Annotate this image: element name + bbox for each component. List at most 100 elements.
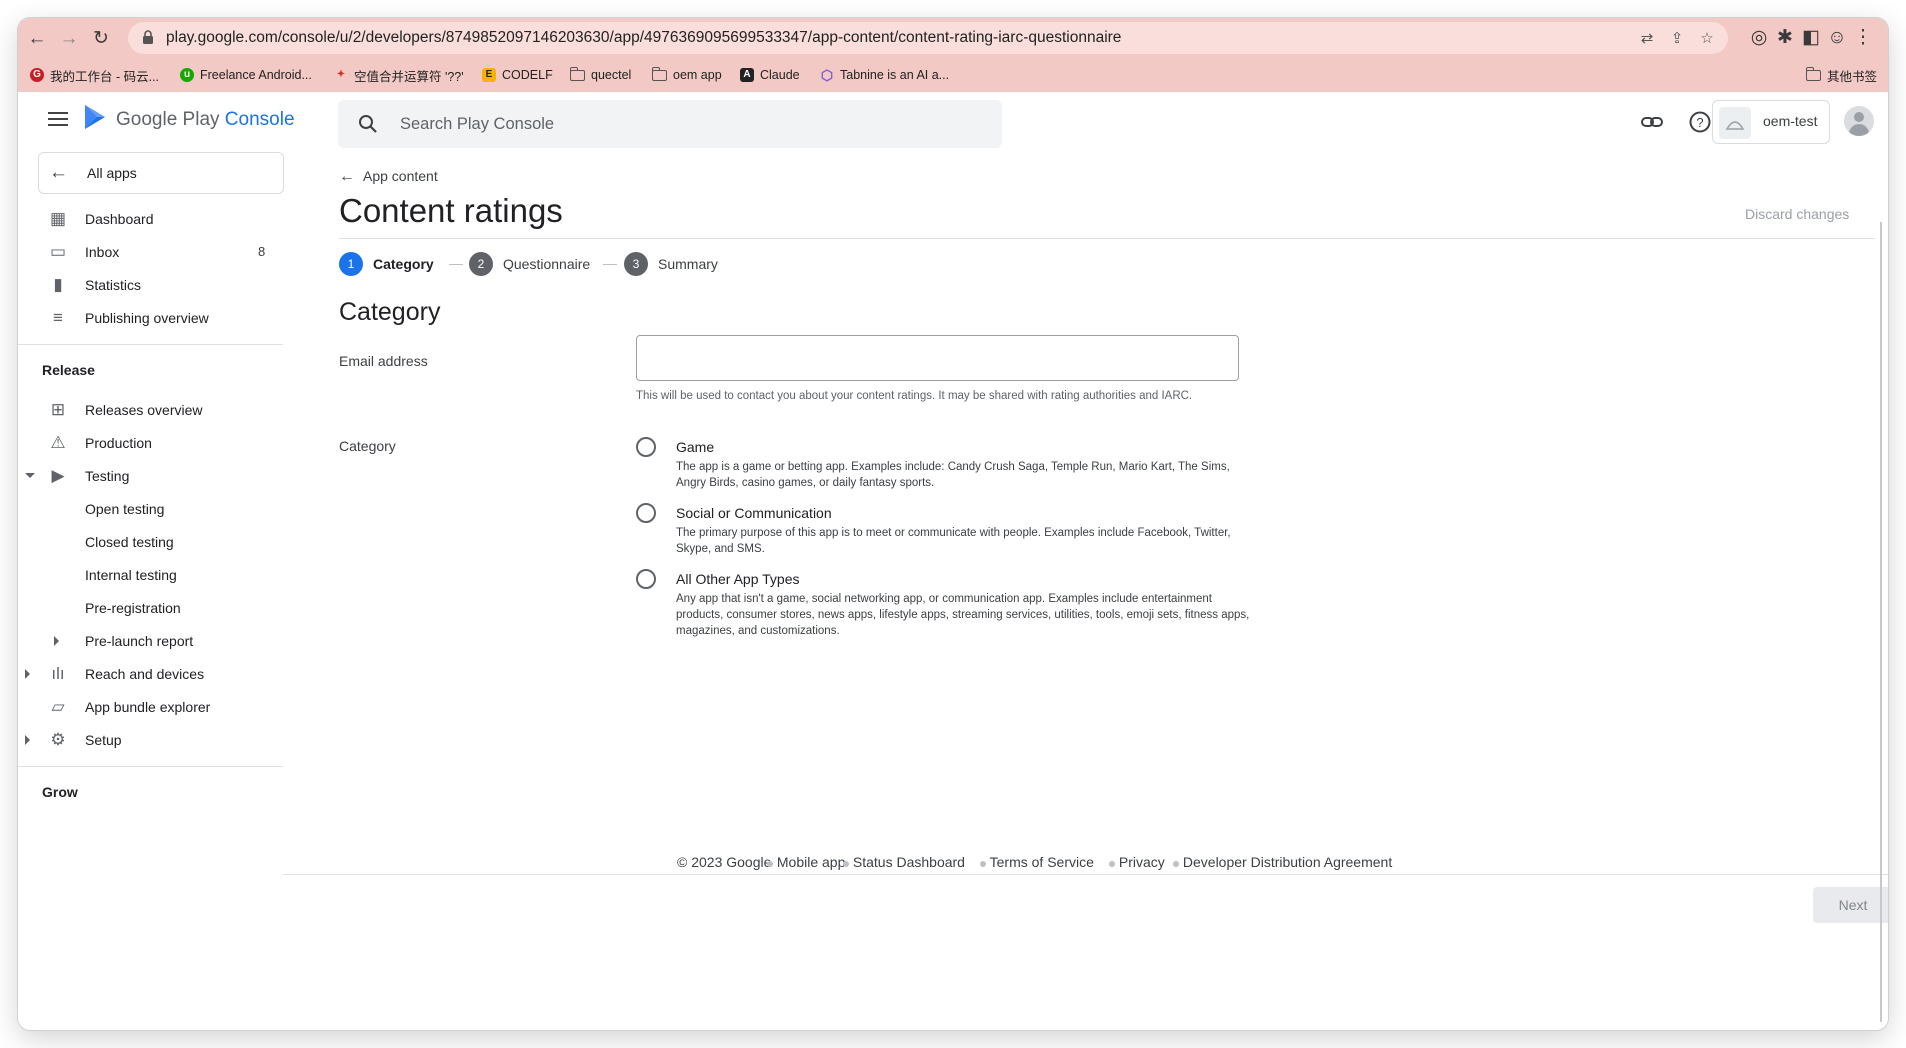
sidebar-item-inbox[interactable]: ▭ Inbox 8 [18, 235, 283, 269]
footer-link-mobile-app[interactable]: Mobile app [767, 854, 845, 870]
share-icon[interactable]: ⇪ [1668, 30, 1686, 48]
avatar[interactable] [1844, 106, 1874, 136]
folder-icon [569, 66, 585, 81]
android-icon [1725, 121, 1745, 130]
arrow-left-icon: ← [49, 162, 68, 183]
radio-all-other[interactable] [636, 569, 656, 589]
chevron-down-icon [25, 473, 35, 478]
bookmark-upwork[interactable]: u Freelance Android... [180, 66, 312, 84]
account-name: oem-test [1763, 113, 1818, 129]
extension-icon[interactable]: ◎ [1748, 27, 1770, 49]
separator-dot [980, 861, 986, 867]
play-console-app: Google Play Console Search Play Console … [18, 92, 1888, 1030]
search-icon [359, 115, 377, 133]
browser-chrome: ← → ↻ play.google.com/console/u/2/develo… [18, 18, 1888, 92]
sidebar-item-publishing-overview[interactable]: ≡ Publishing overview [18, 301, 283, 335]
account-switcher[interactable]: oem-test [1712, 100, 1830, 144]
separator-dot [1173, 861, 1179, 867]
torch-icon: ✦ [336, 69, 346, 80]
sidebar-item-releases-overview[interactable]: ⊞ Releases overview [18, 393, 283, 427]
lock-icon [143, 30, 153, 44]
sidebar-item-statistics[interactable]: ▮ Statistics [18, 268, 283, 302]
sidebar-item-testing[interactable]: ▶ Testing [18, 459, 283, 493]
footer-link-status-dashboard[interactable]: Status Dashboard [843, 854, 965, 870]
radio-game[interactable] [636, 437, 656, 457]
bookmark-codelf[interactable]: E CODELF [482, 66, 553, 84]
setup-icon: ⚙ [50, 730, 66, 749]
translate-icon[interactable]: ⇄ [1638, 30, 1656, 48]
production-icon: ⚠ [50, 433, 66, 452]
inbox-count: 8 [258, 244, 266, 259]
sidepanel-icon[interactable]: ◧ [1800, 27, 1822, 49]
release-header: Release [42, 362, 95, 378]
next-button[interactable]: Next [1813, 887, 1888, 923]
search-bar[interactable]: Search Play Console [338, 100, 1002, 148]
sidebar-item-open-testing[interactable]: Open testing [18, 492, 283, 526]
sidebar-item-pre-registration[interactable]: Pre-registration [18, 591, 283, 625]
main-content: ← App content Content ratings Discard cha… [283, 152, 1888, 1030]
anthropic-icon: A [740, 68, 754, 82]
bookmark-gitee[interactable]: G 我的工作台 - 码云... [30, 66, 159, 84]
scrollbar[interactable] [1880, 222, 1882, 1022]
testing-icon: ▶ [51, 466, 65, 485]
sidebar-item-reach-and-devices[interactable]: ılı Reach and devices [18, 657, 283, 691]
sidebar-item-setup[interactable]: ⚙ Setup [18, 723, 283, 757]
sidebar-item-closed-testing[interactable]: Closed testing [18, 525, 283, 559]
separator-dot [1109, 861, 1115, 867]
url-text: play.google.com/console/u/2/developers/8… [166, 29, 1122, 46]
bundle-icon: ▱ [51, 697, 65, 716]
menu-dots-icon[interactable]: ⋮ [1852, 27, 1874, 49]
sidebar-item-internal-testing[interactable]: Internal testing [18, 558, 283, 592]
email-help-text: This will be used to contact you about y… [636, 390, 1193, 402]
other-bookmarks[interactable]: 其他书签 [1805, 66, 1877, 84]
statistics-icon: ▮ [53, 275, 63, 294]
bookmarks-bar: G 我的工作台 - 码云... u Freelance Android... ✦ 空值… [18, 60, 1888, 90]
sidebar-item-pre-launch-report[interactable]: Pre-launch report [18, 624, 283, 658]
footer-link-dda[interactable]: Developer Distribution Agreement [1173, 854, 1392, 870]
radio-social[interactable] [636, 503, 656, 523]
sidebar-item-dashboard[interactable]: ▦ Dashboard [18, 202, 283, 236]
inbox-icon: ▭ [49, 242, 67, 261]
bookmark-quectel[interactable]: quectel [569, 66, 631, 84]
chevron-right-icon [25, 669, 30, 679]
chevron-right-icon [54, 636, 59, 646]
product-name[interactable]: Google Play Console [116, 109, 295, 131]
sidebar-item-app-bundle-explorer[interactable]: ▱ App bundle explorer [18, 690, 283, 724]
bookmark-tabnine[interactable]: ⬡ Tabnine is an AI a... [820, 66, 949, 84]
star-icon[interactable]: ☆ [1698, 30, 1716, 48]
back-icon[interactable]: ← [26, 28, 48, 50]
sidebar-item-production[interactable]: ⚠ Production [18, 426, 283, 460]
help-icon[interactable]: ? [1688, 110, 1712, 134]
forward-icon[interactable]: → [58, 28, 80, 50]
link-icon[interactable] [1640, 110, 1664, 134]
address-row: ← → ↻ play.google.com/console/u/2/develo… [18, 18, 1888, 58]
footer-link-terms[interactable]: Terms of Service [980, 854, 1094, 870]
chevron-right-icon [25, 735, 30, 745]
back-to-app-content-link[interactable]: ← App content [339, 168, 438, 186]
profile-icon[interactable]: ☺ [1826, 27, 1848, 49]
discard-changes-button[interactable]: Discard changes [1745, 206, 1849, 222]
email-field[interactable] [636, 335, 1239, 381]
footer-link-privacy[interactable]: Privacy [1109, 854, 1165, 870]
header-divider [339, 238, 1875, 239]
category-label: Category [339, 438, 396, 454]
all-apps-button[interactable]: ← All apps [38, 152, 284, 194]
bookmark-nullish[interactable]: ✦ 空值合并运算符 '??' [334, 66, 464, 84]
puzzle-icon[interactable]: ✱ [1774, 27, 1796, 49]
app-thumbnail [1719, 107, 1751, 139]
folder-icon [651, 66, 667, 81]
arrow-left-icon: ← [339, 168, 355, 185]
bookmark-oem-app[interactable]: oem app [651, 66, 722, 84]
upwork-icon: u [180, 68, 194, 82]
omnibox[interactable]: play.google.com/console/u/2/developers/8… [128, 22, 1728, 54]
step-connector [603, 264, 617, 265]
folder-icon [1805, 66, 1821, 81]
reload-icon[interactable]: ↻ [90, 28, 112, 50]
bookmark-claude[interactable]: A Claude [740, 66, 800, 84]
menu-icon[interactable] [48, 112, 68, 126]
browser-window: ← → ↻ play.google.com/console/u/2/develo… [18, 18, 1888, 1030]
dashboard-icon: ▦ [49, 209, 67, 228]
sidebar-divider [18, 766, 283, 767]
step-connector [449, 264, 463, 265]
separator-dot [843, 861, 849, 867]
